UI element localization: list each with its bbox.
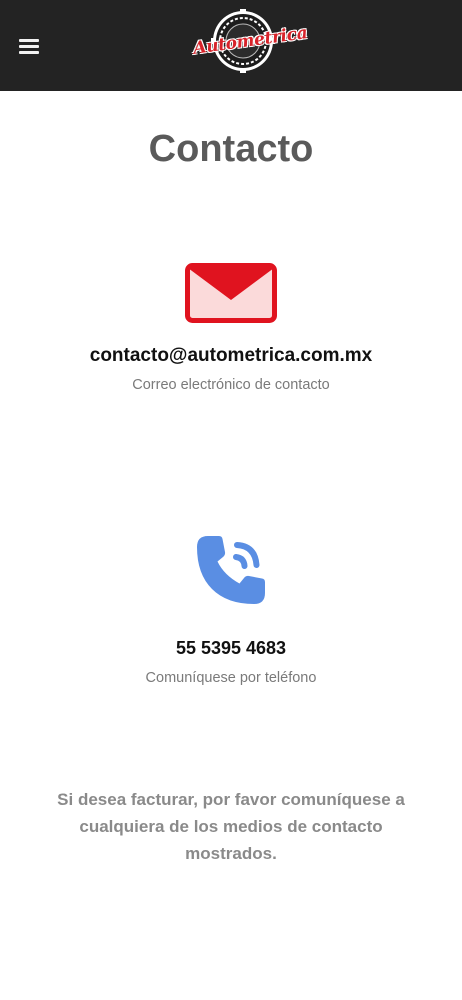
page-title: Contacto	[148, 128, 314, 170]
billing-note: Si desea facturar, por favor comuníquese…	[57, 790, 405, 863]
email-address-link[interactable]: contacto@autometrica.com.mx	[0, 345, 462, 367]
envelope-icon[interactable]	[185, 263, 277, 323]
phone-call-icon[interactable]	[194, 533, 268, 607]
hamburger-menu-icon[interactable]	[16, 33, 42, 59]
autometrica-logo[interactable]: Autometrica	[192, 8, 309, 74]
phone-caption: Comuníquese por teléfono	[145, 670, 317, 686]
top-navigation-bar: Autometrica	[0, 0, 462, 91]
phone-number[interactable]: 55 5395 4683	[0, 638, 462, 659]
email-caption: Correo electrónico de contacto	[132, 377, 330, 393]
